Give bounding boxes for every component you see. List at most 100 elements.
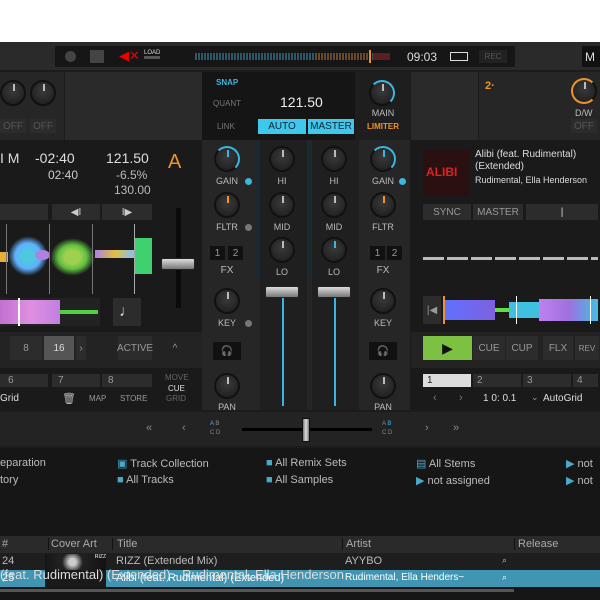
column-title[interactable]: Title <box>112 538 137 550</box>
eq-lo-knob[interactable] <box>269 237 295 263</box>
key-indicator[interactable] <box>245 320 252 327</box>
column-artist[interactable]: Artist <box>342 538 371 550</box>
cup-button[interactable]: CUP <box>506 336 538 360</box>
eq-hi-knob[interactable] <box>269 146 295 172</box>
store-button[interactable]: STORE <box>120 394 147 403</box>
eq-mid-knob[interactable] <box>269 192 295 218</box>
reverse-button[interactable]: REV <box>575 336 599 360</box>
column-release[interactable]: Release <box>514 538 558 550</box>
crossfader-handle[interactable] <box>302 418 310 442</box>
filter-knob[interactable] <box>214 192 240 218</box>
eq-hi-knob[interactable] <box>321 146 347 172</box>
fx2-assign[interactable]: 2 <box>387 246 402 260</box>
collapse-icon[interactable]: ^ <box>160 336 190 360</box>
favorite-not-assigned[interactable]: ▶ not <box>566 474 593 487</box>
pan-knob[interactable] <box>370 373 396 399</box>
pan-knob[interactable] <box>214 373 240 399</box>
cue-button[interactable]: CUE <box>473 336 505 360</box>
beatjump-back-button[interactable] <box>0 204 48 220</box>
column-number[interactable]: # <box>2 538 8 550</box>
dry-wet-knob[interactable] <box>571 78 597 104</box>
rec-button[interactable]: REC <box>479 50 507 63</box>
cue-mode[interactable]: CUE <box>168 384 185 393</box>
fx1-assign[interactable]: 1 <box>370 246 385 260</box>
eq-mid-knob[interactable] <box>321 192 347 218</box>
search-icon[interactable]: ⌕ <box>502 555 507 566</box>
deck-b-overview[interactable] <box>443 296 598 324</box>
loop-size-16[interactable]: 16 <box>44 336 74 360</box>
gain-knob[interactable] <box>370 146 396 172</box>
right-icon[interactable]: › <box>425 422 429 434</box>
filter-knob[interactable] <box>370 192 396 218</box>
cue-4[interactable]: 4 <box>573 374 598 387</box>
tempo-bar[interactable]: | <box>526 204 598 220</box>
filter-indicator[interactable] <box>245 224 252 231</box>
master-bpm[interactable]: 121.50 <box>280 94 323 110</box>
skip-start-icon[interactable]: |◀ <box>423 296 441 324</box>
snap-button[interactable]: SNAP <box>216 78 238 87</box>
mute-icon[interactable]: ◀✕ <box>119 48 140 64</box>
cue-1[interactable]: 1 <box>423 374 471 387</box>
fx-off-button[interactable]: OFF <box>571 119 597 133</box>
flux-button[interactable]: FLX <box>543 336 573 360</box>
master-button[interactable]: MASTER <box>308 119 354 134</box>
favorite-all-samples[interactable]: ■ All Samples <box>266 474 333 486</box>
fx-off-button[interactable]: OFF <box>30 119 56 133</box>
loop-next-icon[interactable]: › <box>76 336 86 360</box>
fast-left-icon[interactable]: « <box>146 422 152 434</box>
deck-a-overview[interactable] <box>0 298 100 326</box>
cue-3[interactable]: 3 <box>523 374 571 387</box>
channel-2-volume-fader[interactable] <box>334 296 336 406</box>
fast-right-icon[interactable]: » <box>453 422 459 434</box>
headphone-cue-icon[interactable]: 🎧 <box>369 342 397 360</box>
left-deck-assign[interactable]: A BC D <box>210 420 220 438</box>
main-volume-knob[interactable] <box>369 80 395 106</box>
deck-b-waveform[interactable] <box>423 257 598 260</box>
mode-button[interactable]: M <box>582 46 600 67</box>
favorite-preparation[interactable]: eparation <box>0 457 46 469</box>
control-icon[interactable] <box>65 51 76 62</box>
favorite-history[interactable]: tory <box>0 474 18 486</box>
fx-off-button[interactable]: OFF <box>0 119 26 133</box>
favorite-track-collection[interactable]: ▣ Track Collection <box>117 457 209 470</box>
key-knob[interactable] <box>370 288 396 314</box>
beatjump-left-button[interactable]: ◀I <box>52 204 100 220</box>
map-button[interactable]: MAP <box>89 394 106 403</box>
fader-handle[interactable] <box>265 286 299 298</box>
favorite-not-assigned[interactable]: ▶ not <box>566 457 593 470</box>
tempo-fader[interactable] <box>161 208 195 308</box>
dropdown-icon[interactable]: ⌄ <box>531 392 539 403</box>
play-button[interactable]: ▶ <box>423 336 472 360</box>
gain-knob[interactable] <box>214 146 240 172</box>
headphone-cue-icon[interactable]: 🎧 <box>213 342 241 360</box>
grid-icon[interactable] <box>90 50 104 63</box>
search-icon[interactable]: ⌕ <box>502 572 507 583</box>
knob[interactable] <box>0 80 26 106</box>
cue-6[interactable]: 6 <box>0 374 48 387</box>
filter-button[interactable]: FLTR <box>358 222 408 232</box>
loop-size-8[interactable]: 8 <box>10 336 42 360</box>
favorite-all-stems[interactable]: ▤ All Stems <box>416 457 475 470</box>
loop-active-button[interactable]: ACTIVE <box>117 336 153 360</box>
left-icon[interactable]: ‹ <box>182 422 186 434</box>
fx-knob[interactable] <box>30 80 56 106</box>
deck-master-button[interactable]: MASTER <box>473 204 523 220</box>
prev-icon[interactable]: ‹ <box>433 392 437 404</box>
cue-8[interactable]: 8 <box>102 374 152 387</box>
key-knob[interactable] <box>214 288 240 314</box>
fader-handle[interactable] <box>161 258 195 270</box>
eq-lo-knob[interactable] <box>321 237 347 263</box>
cue-2[interactable]: 2 <box>473 374 521 387</box>
horizontal-scrollbar[interactable] <box>0 589 514 592</box>
grid-edit-mode[interactable]: GRID <box>166 394 186 403</box>
deck-a-waveform[interactable] <box>0 224 152 294</box>
beatjump-right-button[interactable]: I▶ <box>102 204 152 220</box>
channel-1-volume-fader[interactable] <box>282 296 284 406</box>
link-button[interactable]: LINK <box>217 122 235 131</box>
sync-button[interactable]: SYNC <box>423 204 471 220</box>
favorite-all-remix-sets[interactable]: ■ All Remix Sets <box>266 457 347 469</box>
column-cover-art[interactable]: Cover Art <box>48 538 97 550</box>
fx1-assign[interactable]: 1 <box>210 246 225 260</box>
beat-note-icon[interactable]: ♩ <box>113 298 141 326</box>
favorite-all-tracks[interactable]: ■ All Tracks <box>117 474 174 486</box>
